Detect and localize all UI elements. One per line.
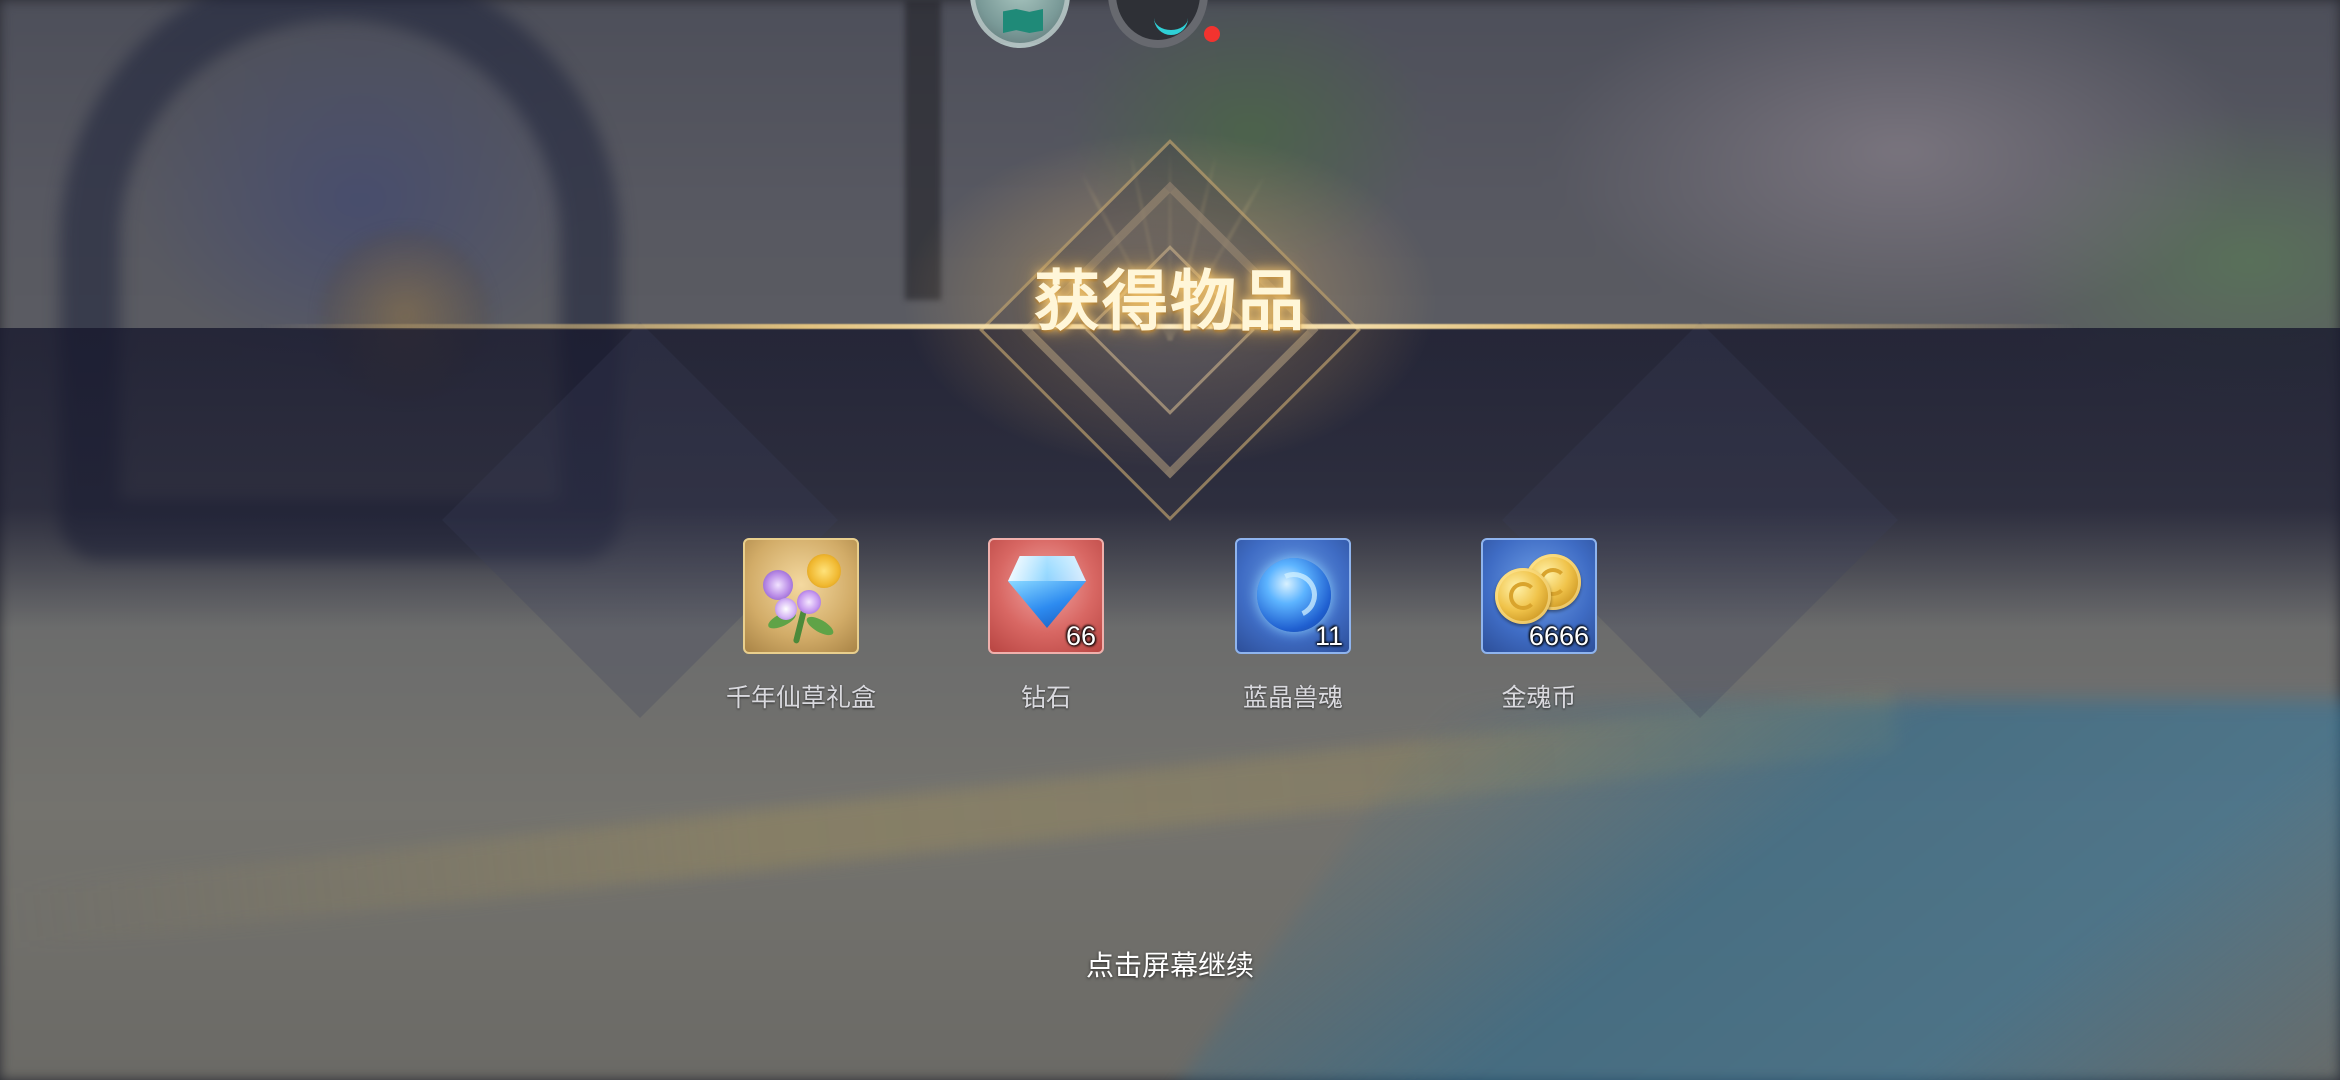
timer-icon [1154,10,1188,35]
diamond-icon-highlight [1008,556,1086,581]
tap-to-continue-prompt: 点击屏幕继续 [1085,949,1254,982]
reward-item[interactable]: 千年仙草礼盒 [701,538,901,714]
reward-name: 千年仙草礼盒 [725,683,876,712]
reward-item-frame [743,538,859,654]
reward-item-frame: 6666 [1481,538,1597,654]
reward-count: 66 [1065,621,1096,652]
map-icon [1003,9,1043,33]
reward-item-frame: 66 [988,538,1104,654]
reward-count: 6666 [1528,621,1589,652]
reward-name: 钻石 [1020,683,1071,712]
reward-screen[interactable]: 获得物品 千年仙草礼盒 66 钻石 11 蓝晶兽魂 6666 金魂币 点击屏幕继… [0,0,2340,1080]
reward-item-frame: 11 [1235,538,1351,654]
reward-name: 金魂币 [1501,683,1577,712]
reward-item[interactable]: 6666 金魂币 [1439,538,1639,714]
page-title: 获得物品 [1034,262,1306,340]
reward-count: 11 [1314,621,1343,652]
reward-item[interactable]: 11 蓝晶兽魂 [1193,538,1393,714]
reward-name: 蓝晶兽魂 [1242,683,1343,712]
notification-dot [1204,26,1220,42]
gold-soul-coin-icon [1495,568,1551,624]
reward-item[interactable]: 66 钻石 [946,538,1146,714]
herb-gift-box-icon [745,540,857,652]
